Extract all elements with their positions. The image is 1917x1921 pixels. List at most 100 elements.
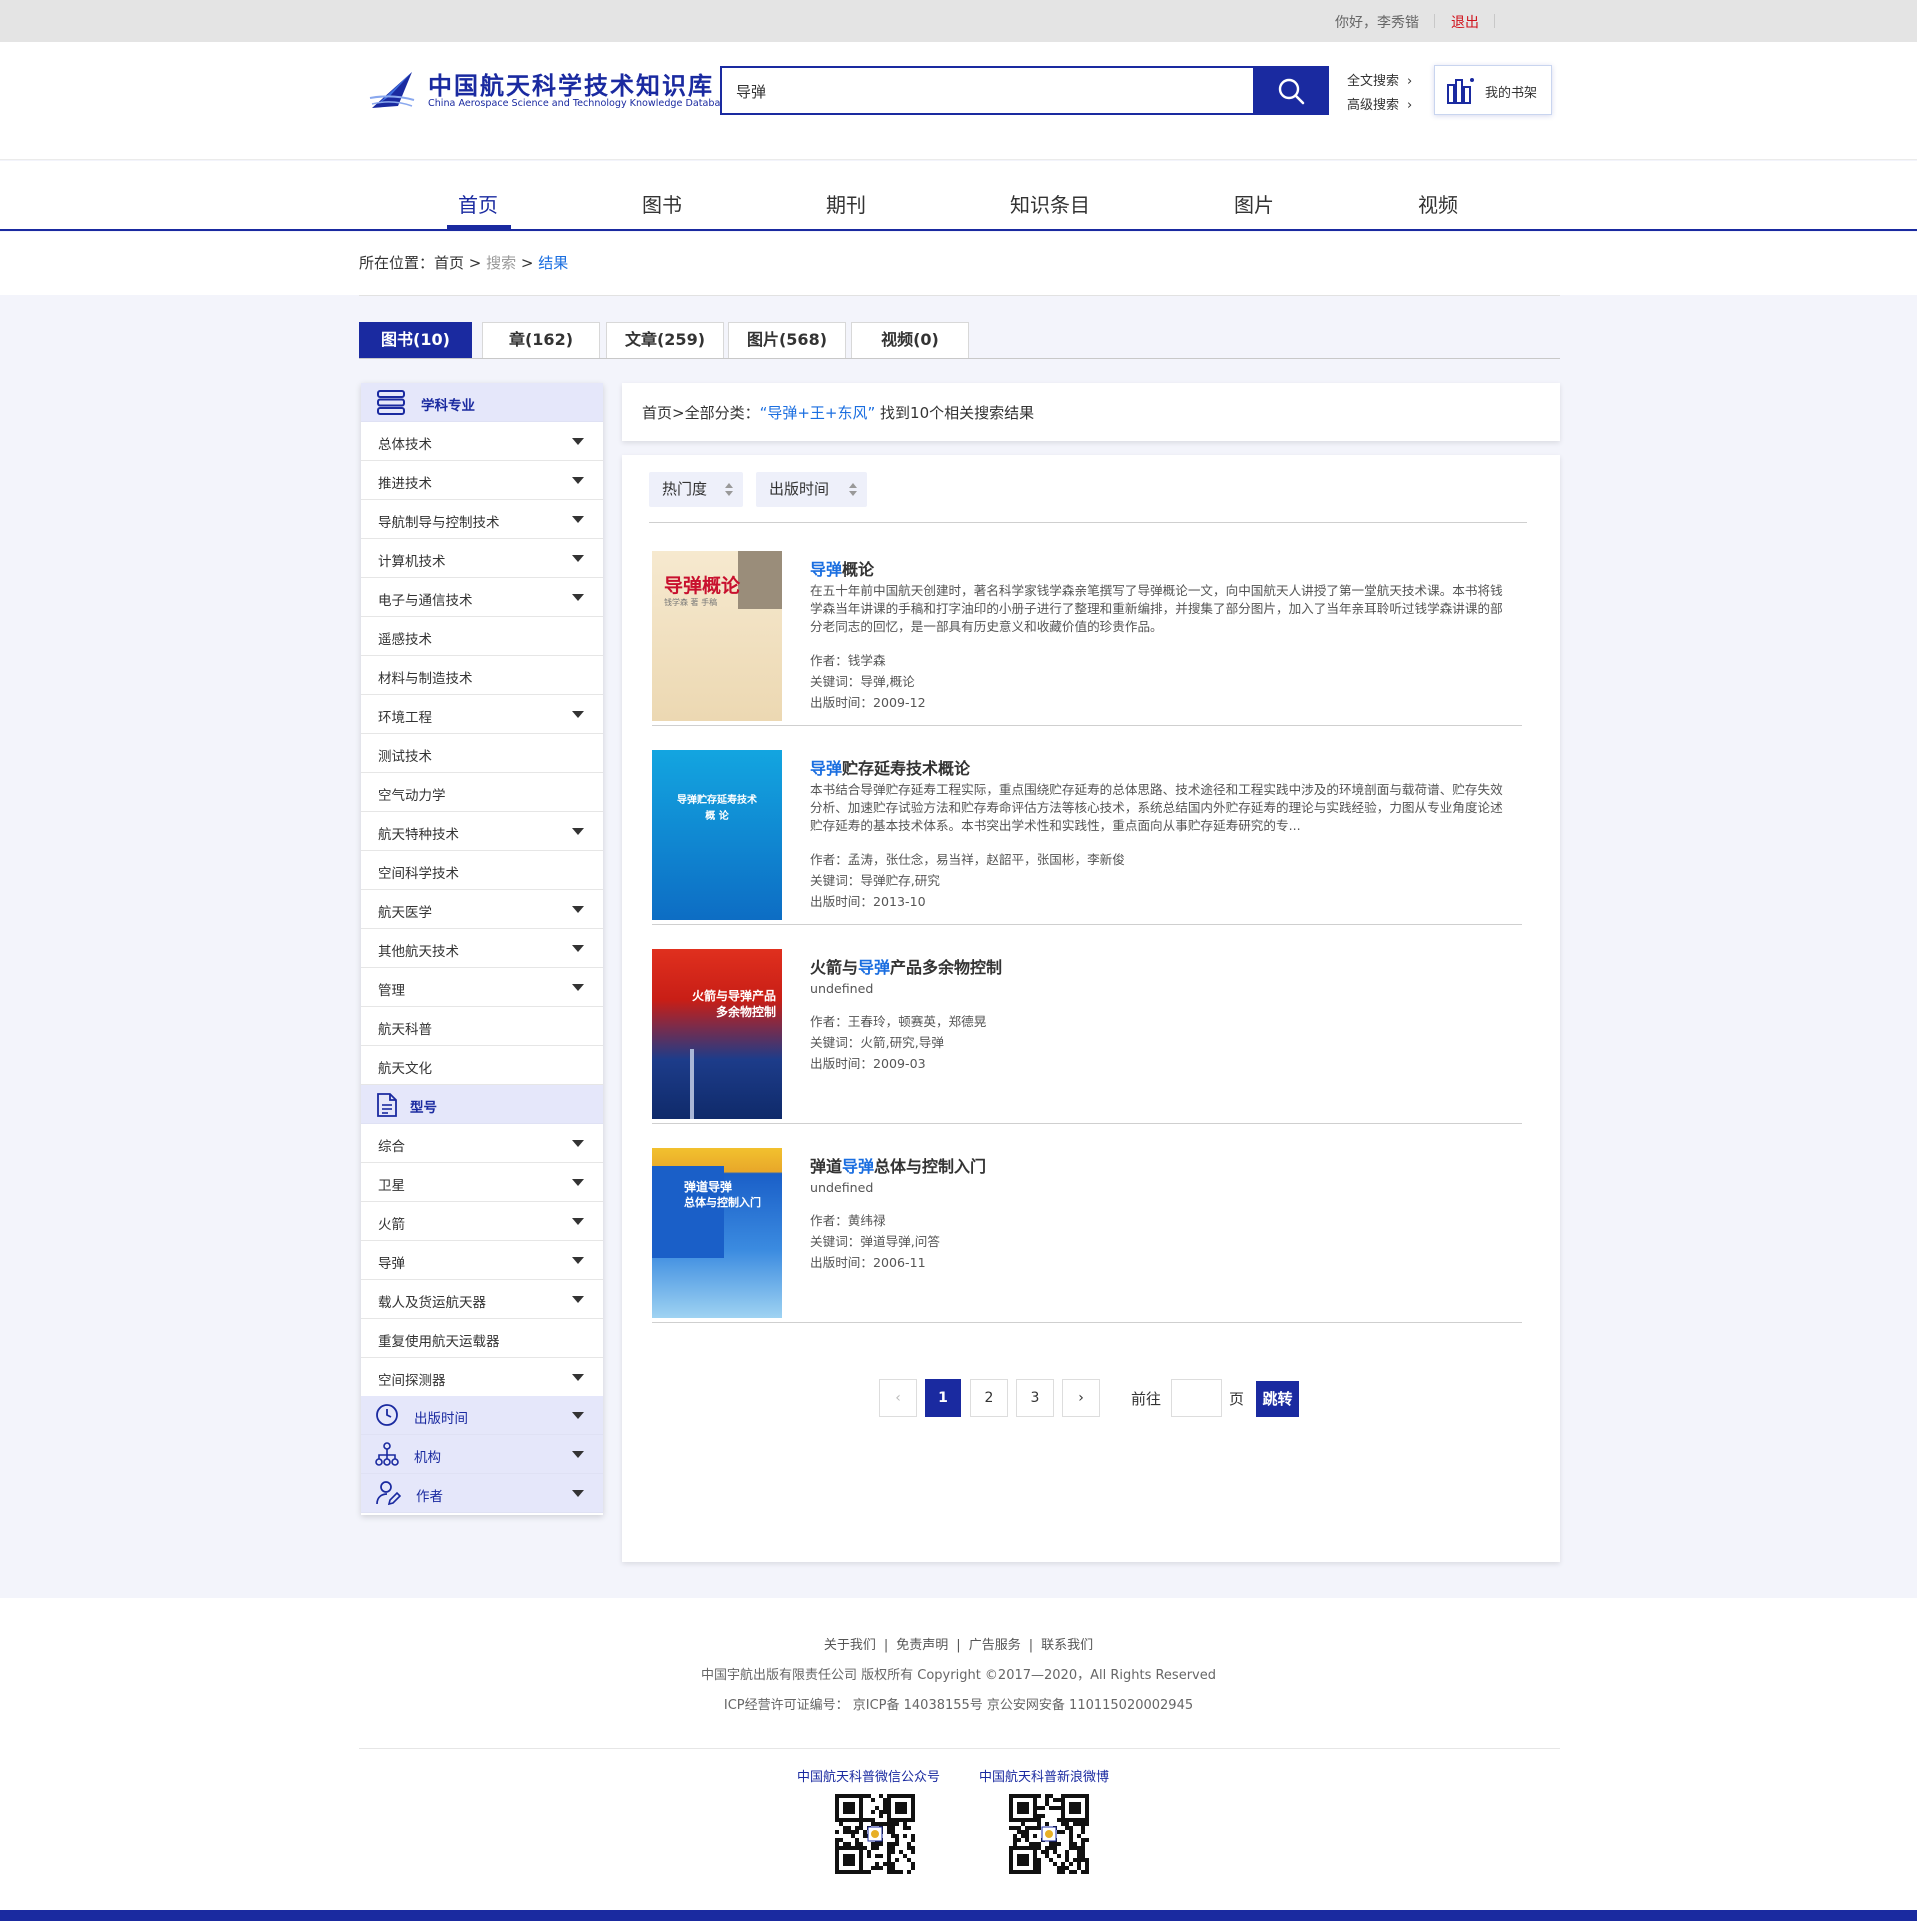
subject-item[interactable]: 空气动力学 <box>361 773 603 812</box>
caret-down-icon[interactable] <box>572 594 584 601</box>
subject-item-label: 航天特种技术 <box>378 827 459 843</box>
footer-link-contact[interactable]: 联系我们 <box>1041 1638 1093 1653</box>
fulltext-search-link[interactable]: 全文搜索 › <box>1347 70 1412 89</box>
footer-links: 关于我们 | 免责声明 | 广告服务 | 联系我们 <box>823 1638 1094 1653</box>
subject-item[interactable]: 遥感技术 <box>361 617 603 656</box>
subject-item[interactable]: 航天科普 <box>361 1007 603 1046</box>
subject-item[interactable]: 环境工程 <box>361 695 603 734</box>
model-item[interactable]: 空间探测器 <box>361 1358 603 1397</box>
book-cover[interactable]: 弹道导弹 总体与控制入门 <box>652 1148 782 1318</box>
subject-item[interactable]: 计算机技术 <box>361 539 603 578</box>
subject-item[interactable]: 测试技术 <box>361 734 603 773</box>
book-title[interactable]: 火箭与导弹产品多余物控制 <box>810 954 1002 978</box>
wechat-link[interactable]: 中国航天科普微信公众号 <box>797 1766 940 1785</box>
nav-books[interactable]: 图书 <box>642 189 682 218</box>
model-item[interactable]: 火箭 <box>361 1202 603 1241</box>
search-input[interactable] <box>736 78 1216 104</box>
page-2-button[interactable]: 2 <box>970 1379 1008 1417</box>
book-title[interactable]: 导弹贮存延寿技术概论 <box>810 755 970 779</box>
caret-down-icon[interactable] <box>572 828 584 835</box>
subject-item[interactable]: 推进技术 <box>361 461 603 500</box>
book-cover[interactable]: 导弹贮存延寿技术 概 论 <box>652 750 782 920</box>
caret-down-icon <box>572 1451 584 1458</box>
model-item[interactable]: 载人及货运航天器 <box>361 1280 603 1319</box>
book-pub-date: 出版时间：2009-03 <box>810 1056 926 1071</box>
subject-item[interactable]: 其他航天技术 <box>361 929 603 968</box>
caret-down-icon[interactable] <box>572 711 584 718</box>
book-title[interactable]: 弹道导弹总体与控制入门 <box>810 1153 986 1177</box>
subject-item[interactable]: 导航制导与控制技术 <box>361 500 603 539</box>
subject-item[interactable]: 航天医学 <box>361 890 603 929</box>
book-cover[interactable]: 火箭与导弹产品 多余物控制 <box>652 949 782 1119</box>
caret-down-icon[interactable] <box>572 945 584 952</box>
subject-item[interactable]: 总体技术 <box>361 422 603 461</box>
filter-sidebar: 学科专业 总体技术 推进技术 导航制导与控制技术 计算机技术 电子与通信技术 遥感技术 材料… <box>361 383 603 1515</box>
book-result: 弹道导弹 总体与控制入门 弹道导弹总体与控制入门 undefined 作者：黄纬… <box>652 1148 1522 1323</box>
sort-by-pub-time[interactable]: 出版时间 <box>756 472 867 507</box>
subject-item[interactable]: 电子与通信技术 <box>361 578 603 617</box>
breadcrumb-home[interactable]: 首页 <box>434 254 464 272</box>
tab-divider <box>359 358 1560 359</box>
caret-down-icon[interactable] <box>572 1296 584 1303</box>
subject-category-header[interactable]: 学科专业 <box>361 383 603 422</box>
author-filter[interactable]: 作者 <box>361 1474 603 1513</box>
model-item[interactable]: 重复使用航天运载器 <box>361 1319 603 1358</box>
advanced-search-link[interactable]: 高级搜索 › <box>1347 94 1412 113</box>
page-3-button[interactable]: 3 <box>1016 1379 1054 1417</box>
breadcrumb-search[interactable]: 搜索 <box>486 254 516 272</box>
pub-time-filter[interactable]: 出版时间 <box>361 1396 603 1435</box>
subject-item[interactable]: 空间科学技术 <box>361 851 603 890</box>
model-header[interactable]: 型号 <box>361 1085 603 1124</box>
prev-page-button[interactable]: ‹ <box>879 1379 917 1417</box>
next-page-button[interactable]: › <box>1062 1379 1100 1417</box>
model-item[interactable]: 导弹 <box>361 1241 603 1280</box>
footer-link-disclaimer[interactable]: 免责声明 <box>896 1638 948 1653</box>
tab-images[interactable]: 图片(568) <box>728 322 846 358</box>
caret-down-icon[interactable] <box>572 1257 584 1264</box>
breadcrumb: 所在位置：首页 > 搜索 > 结果 <box>359 254 569 272</box>
organization-filter[interactable]: 机构 <box>361 1435 603 1474</box>
weibo-link[interactable]: 中国航天科普新浪微博 <box>979 1766 1109 1785</box>
tab-chapters[interactable]: 章(162) <box>482 322 600 358</box>
sort-by-popularity[interactable]: 热门度 <box>649 472 743 507</box>
organization-label: 机构 <box>414 1450 441 1466</box>
nav-videos[interactable]: 视频 <box>1418 189 1458 218</box>
model-item[interactable]: 卫星 <box>361 1163 603 1202</box>
tab-articles[interactable]: 文章(259) <box>606 322 724 358</box>
book-title[interactable]: 导弹概论 <box>810 556 874 580</box>
nav-journals[interactable]: 期刊 <box>826 189 866 218</box>
site-logo[interactable]: 中国航天科学技术知识库 China Aerospace Science and … <box>368 66 731 116</box>
nav-knowledge-items[interactable]: 知识条目 <box>1010 189 1090 218</box>
caret-down-icon[interactable] <box>572 906 584 913</box>
sort-icon <box>725 483 733 496</box>
caret-down-icon[interactable] <box>572 555 584 562</box>
caret-down-icon[interactable] <box>572 516 584 523</box>
subject-item[interactable]: 航天特种技术 <box>361 812 603 851</box>
goto-page-input[interactable] <box>1171 1379 1222 1417</box>
tab-videos[interactable]: 视频(0) <box>851 322 969 358</box>
book-cover[interactable]: 导弹概论 钱学森 著 手稿 <box>652 551 782 721</box>
subject-item[interactable]: 材料与制造技术 <box>361 656 603 695</box>
my-bookshelf-button[interactable]: 我的书架 <box>1434 65 1552 115</box>
nav-images[interactable]: 图片 <box>1234 189 1274 218</box>
caret-down-icon[interactable] <box>572 477 584 484</box>
caret-down-icon[interactable] <box>572 1374 584 1381</box>
subject-item[interactable]: 管理 <box>361 968 603 1007</box>
caret-down-icon[interactable] <box>572 1140 584 1147</box>
page-1-button[interactable]: 1 <box>925 1379 961 1417</box>
caret-down-icon[interactable] <box>572 1218 584 1225</box>
caret-down-icon[interactable] <box>572 438 584 445</box>
tab-books[interactable]: 图书(10) <box>359 322 472 358</box>
caret-down-icon[interactable] <box>572 984 584 991</box>
search-button[interactable] <box>1253 66 1329 115</box>
footer-link-ads[interactable]: 广告服务 <box>969 1638 1021 1653</box>
footer-link-about[interactable]: 关于我们 <box>824 1638 876 1653</box>
book-keywords: 关键词：导弹贮存,研究 <box>810 873 940 888</box>
subject-item[interactable]: 航天文化 <box>361 1046 603 1085</box>
logout-link[interactable]: 退出 <box>1451 12 1479 32</box>
jump-button[interactable]: 跳转 <box>1256 1381 1299 1417</box>
nav-home[interactable]: 首页 <box>458 189 498 218</box>
model-item[interactable]: 综合 <box>361 1124 603 1163</box>
book-author: 作者：孟涛，张仕念，易当祥，赵韶平，张国彬，李新俊 <box>810 852 1125 867</box>
caret-down-icon[interactable] <box>572 1179 584 1186</box>
